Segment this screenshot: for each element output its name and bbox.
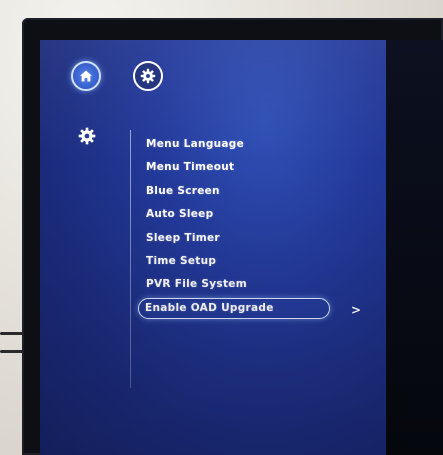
- menu-item-time-setup[interactable]: Time Setup: [138, 250, 330, 273]
- home-button[interactable]: [71, 61, 101, 91]
- menu-item-enable-oad-upgrade[interactable]: Enable OAD Upgrade: [138, 297, 330, 319]
- menu-item-auto-sleep[interactable]: Auto Sleep: [138, 203, 330, 226]
- chevron-right-icon: >: [351, 303, 362, 317]
- screen-dark-area: [386, 40, 443, 455]
- settings-button[interactable]: [133, 61, 163, 91]
- settings-menu-panel: Menu Language Menu Timeout Blue Screen A…: [40, 40, 386, 455]
- menu-item-menu-timeout[interactable]: Menu Timeout: [138, 156, 330, 179]
- gear-icon: [140, 68, 156, 84]
- menu-item-blue-screen[interactable]: Blue Screen: [138, 180, 330, 203]
- menu-item-sleep-timer[interactable]: Sleep Timer: [138, 227, 330, 250]
- menu-divider: [130, 130, 131, 388]
- settings-menu-list: Menu Language Menu Timeout Blue Screen A…: [138, 133, 330, 319]
- home-icon: [80, 70, 92, 82]
- menu-item-pvr-file-system[interactable]: PVR File System: [138, 273, 330, 296]
- gear-icon: [78, 127, 96, 145]
- menu-item-menu-language[interactable]: Menu Language: [138, 133, 330, 156]
- tv-screen: Menu Language Menu Timeout Blue Screen A…: [40, 40, 443, 455]
